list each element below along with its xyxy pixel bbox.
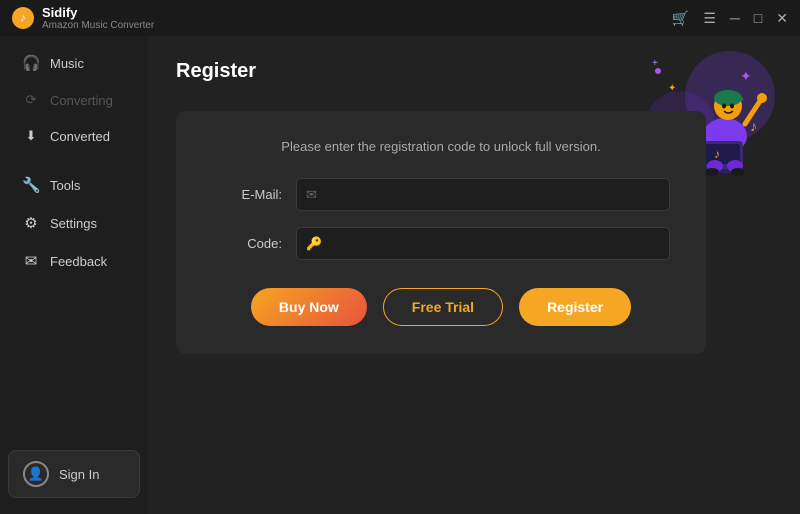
minimize-button[interactable]: ─ xyxy=(730,10,740,26)
settings-icon: ⚙ xyxy=(22,214,40,232)
sidebar-label-converted: Converted xyxy=(50,129,110,144)
key-icon: 🔑 xyxy=(306,236,322,252)
maximize-button[interactable]: □ xyxy=(754,10,762,26)
code-input[interactable] xyxy=(296,227,670,260)
code-input-wrapper: 🔑 xyxy=(296,227,670,260)
email-input[interactable] xyxy=(296,178,670,211)
main-layout: 🎧 Music ⟳ Converting ⬇ Converted 🔧 Tools… xyxy=(0,36,800,514)
sidebar-label-music: Music xyxy=(50,56,84,71)
sidebar-item-tools[interactable]: 🔧 Tools xyxy=(6,167,142,203)
sidebar-label-settings: Settings xyxy=(50,216,97,231)
sidebar-item-converting: ⟳ Converting xyxy=(6,83,142,117)
titlebar-left: ♪ Sidify Amazon Music Converter xyxy=(12,5,154,31)
cart-icon[interactable]: 🛒 xyxy=(672,10,689,27)
sidebar-item-settings[interactable]: ⚙ Settings xyxy=(6,205,142,241)
tools-icon: 🔧 xyxy=(22,176,40,194)
svg-text:♪: ♪ xyxy=(714,147,720,161)
signin-button[interactable]: 👤 Sign In xyxy=(8,450,140,498)
app-subtitle: Amazon Music Converter xyxy=(42,20,154,31)
email-icon: ✉ xyxy=(306,187,317,203)
free-trial-button[interactable]: Free Trial xyxy=(383,288,503,326)
sidebar-item-converted[interactable]: ⬇ Converted xyxy=(6,119,142,153)
close-button[interactable]: ✕ xyxy=(776,10,788,27)
code-label: Code: xyxy=(212,236,282,251)
signin-label: Sign In xyxy=(59,467,99,482)
email-input-wrapper: ✉ xyxy=(296,178,670,211)
code-row: Code: 🔑 xyxy=(212,227,670,260)
page-title: Register xyxy=(176,60,772,83)
music-icon: 🎧 xyxy=(22,54,40,72)
app-name: Sidify xyxy=(42,5,154,20)
email-label: E-Mail: xyxy=(212,187,282,202)
action-row: Buy Now Free Trial Register xyxy=(212,288,670,326)
svg-text:✦: ✦ xyxy=(668,83,676,94)
app-logo: ♪ xyxy=(12,7,34,29)
svg-text:♪: ♪ xyxy=(750,118,757,134)
sidebar-item-feedback[interactable]: ✉ Feedback xyxy=(6,243,142,279)
content-area: ✦ + ♪ xyxy=(148,36,800,514)
titlebar: ♪ Sidify Amazon Music Converter 🛒 ☰ ─ □ … xyxy=(0,0,800,36)
converting-icon: ⟳ xyxy=(22,92,40,108)
converted-icon: ⬇ xyxy=(22,128,40,144)
app-info: Sidify Amazon Music Converter xyxy=(42,5,154,31)
sidebar-label-feedback: Feedback xyxy=(50,254,107,269)
sidebar-label-tools: Tools xyxy=(50,178,80,193)
sidebar: 🎧 Music ⟳ Converting ⬇ Converted 🔧 Tools… xyxy=(0,36,148,514)
sidebar-item-music[interactable]: 🎧 Music xyxy=(6,45,142,81)
buy-now-button[interactable]: Buy Now xyxy=(251,288,367,326)
email-row: E-Mail: ✉ xyxy=(212,178,670,211)
menu-icon[interactable]: ☰ xyxy=(703,10,716,27)
sidebar-label-converting: Converting xyxy=(50,93,113,108)
register-card: Please enter the registration code to un… xyxy=(176,111,706,354)
user-icon: 👤 xyxy=(23,461,49,487)
feedback-icon: ✉ xyxy=(22,252,40,270)
register-button[interactable]: Register xyxy=(519,288,631,326)
register-description: Please enter the registration code to un… xyxy=(212,139,670,154)
titlebar-controls: 🛒 ☰ ─ □ ✕ xyxy=(672,10,788,27)
